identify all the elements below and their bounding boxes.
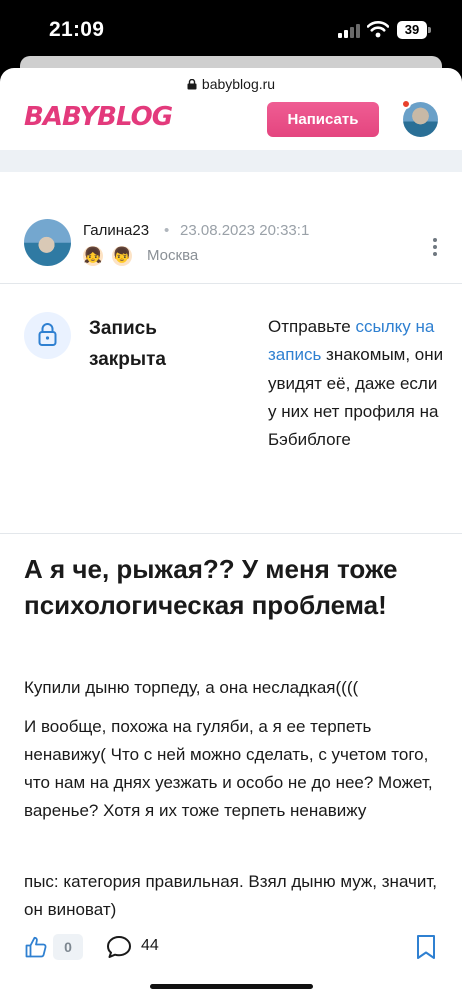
- closed-lock-badge: [24, 312, 71, 359]
- write-button[interactable]: Написать: [267, 102, 379, 137]
- post-paragraph: пыс: категория правильная. Взял дыню муж…: [24, 872, 437, 919]
- post-paragraph: И вообще, похожа на гуляби, а я ее терпе…: [24, 717, 433, 820]
- like-count: 0: [53, 934, 83, 960]
- status-time: 21:09: [49, 18, 105, 41]
- lock-icon: [38, 323, 57, 346]
- wifi-icon: [367, 21, 389, 38]
- status-bar: 21:09 39: [0, 0, 462, 60]
- signal-icon: [338, 23, 362, 38]
- meta-separator: •: [164, 222, 170, 239]
- post-author: Галина23 • 23.08.2023 20:33:1 👧 👦 Москва: [0, 172, 462, 282]
- url-bar[interactable]: babyblog.ru: [0, 76, 462, 92]
- home-indicator: [150, 984, 313, 989]
- post-actions: 0 44: [0, 929, 462, 969]
- lock-icon: [187, 79, 197, 90]
- battery-icon: 39: [397, 21, 431, 39]
- closed-text-before: Отправьте: [268, 317, 356, 336]
- closed-description: Отправьте ссылку на запись знакомым, они…: [268, 313, 448, 454]
- author-city: Москва: [147, 247, 199, 264]
- site-header: BABYBLOG Написать: [0, 98, 462, 150]
- author-avatar[interactable]: [24, 219, 71, 266]
- battery-level: 39: [397, 21, 427, 39]
- thumbs-up-icon[interactable]: [24, 935, 48, 959]
- closed-title: Запись закрыта: [89, 318, 166, 370]
- post-paragraph: Купили дыню торпеду, а она несладкая((((: [24, 678, 359, 697]
- author-name[interactable]: Галина23: [83, 222, 149, 239]
- divider: [0, 533, 462, 534]
- site-logo[interactable]: BABYBLOG: [24, 102, 173, 132]
- more-icon[interactable]: [432, 238, 438, 258]
- browser-sheet: babyblog.ru BABYBLOG Написать Галина23 •…: [0, 68, 462, 1000]
- header-separator: [0, 150, 462, 172]
- url-text: babyblog.ru: [201, 76, 276, 92]
- post-date: 23.08.2023 20:33:1: [180, 222, 310, 239]
- comment-count: 44: [141, 937, 159, 954]
- closed-notice: Запись закрыта Отправьте ссылку на запис…: [0, 283, 462, 533]
- notification-dot: [401, 99, 411, 109]
- bookmark-icon[interactable]: [416, 934, 436, 960]
- author-badge-girl: 👧: [83, 246, 103, 266]
- comment-icon[interactable]: [106, 935, 132, 959]
- post-title: А я че, рыжая?? У меня тоже психологичес…: [24, 554, 398, 620]
- author-badge-boy: 👦: [112, 246, 132, 266]
